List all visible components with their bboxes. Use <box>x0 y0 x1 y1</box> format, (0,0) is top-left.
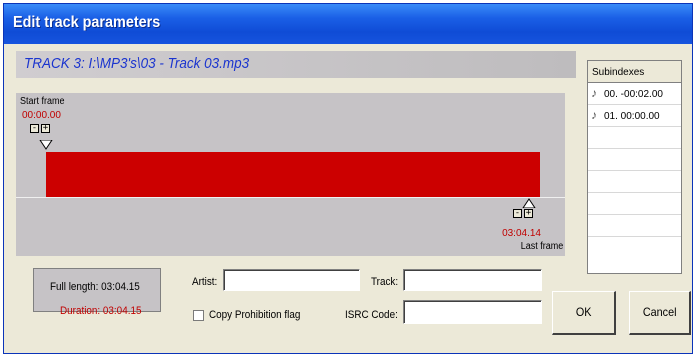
title-bar[interactable]: Edit track parameters <box>4 4 692 44</box>
cancel-button[interactable]: Cancel <box>629 291 691 335</box>
last-frame-label: Last frame <box>520 241 563 252</box>
subindex-label: 01. 00:00.00 <box>604 111 660 122</box>
artist-label: Artist: <box>192 276 218 288</box>
subindex-empty-row <box>588 149 681 171</box>
full-length-text: Full length: 03:04.15 <box>50 281 140 293</box>
music-note-icon: ♪ <box>591 86 597 100</box>
subindex-empty-row <box>588 237 681 259</box>
subindex-item[interactable]: ♪ 01. 00:00.00 <box>588 105 681 127</box>
subindex-label: 00. -00:02.00 <box>604 89 663 100</box>
subindexes-list[interactable]: Subindexes ♪ 00. -00:02.00 ♪ 01. 00:00.0… <box>587 60 682 274</box>
last-frame-time: 03:04.14 <box>502 228 541 239</box>
start-frame-time: 00:00.00 <box>22 110 61 121</box>
ok-button-label: OK <box>575 305 592 319</box>
subindex-empty-row <box>588 215 681 237</box>
subindexes-header: Subindexes <box>588 61 681 83</box>
range-divider <box>16 197 565 198</box>
frame-range-editor[interactable]: Start frame 00:00.00 - + - + 03:04.14 La… <box>16 93 565 256</box>
window-title: Edit track parameters <box>13 14 161 31</box>
start-frame-marker-icon[interactable] <box>39 140 53 150</box>
last-frame-stepper: - + <box>513 209 533 218</box>
subindex-empty-row <box>588 127 681 149</box>
track-header: TRACK 3: I:\MP3's\03 - Track 03.mp3 <box>16 51 576 78</box>
artist-field[interactable] <box>223 269 360 291</box>
selected-range-bar[interactable] <box>46 152 540 197</box>
copy-prohibition-checkbox[interactable] <box>193 310 204 321</box>
track-label: Track: <box>371 276 399 288</box>
copy-prohibition-label: Copy Prohibition flag <box>209 309 301 321</box>
last-frame-marker-icon[interactable] <box>522 198 536 208</box>
music-note-icon: ♪ <box>591 108 597 122</box>
track-path-label: TRACK 3: I:\MP3's\03 - Track 03.mp3 <box>24 55 250 72</box>
start-frame-stepper: - + <box>30 124 50 133</box>
cancel-button-label: Cancel <box>642 305 677 319</box>
length-info-box: Full length: 03:04.15 Duration: 03:04.15 <box>33 268 161 317</box>
subindex-empty-row <box>588 193 681 215</box>
subindex-empty-row <box>588 171 681 193</box>
start-frame-label: Start frame <box>20 96 65 107</box>
duration-text: Duration: 03:04.15 <box>60 305 142 317</box>
subindex-item[interactable]: ♪ 00. -00:02.00 <box>588 83 681 105</box>
track-field[interactable] <box>403 269 542 291</box>
start-frame-decrement-button[interactable]: - <box>30 124 39 133</box>
last-frame-decrement-button[interactable]: - <box>513 209 522 218</box>
isrc-field[interactable] <box>403 300 542 324</box>
isrc-label: ISRC Code: <box>345 309 398 321</box>
edit-track-dialog: Edit track parameters TRACK 3: I:\MP3's\… <box>3 3 693 354</box>
last-frame-increment-button[interactable]: + <box>524 209 533 218</box>
ok-button[interactable]: OK <box>552 291 616 335</box>
start-frame-increment-button[interactable]: + <box>41 124 50 133</box>
